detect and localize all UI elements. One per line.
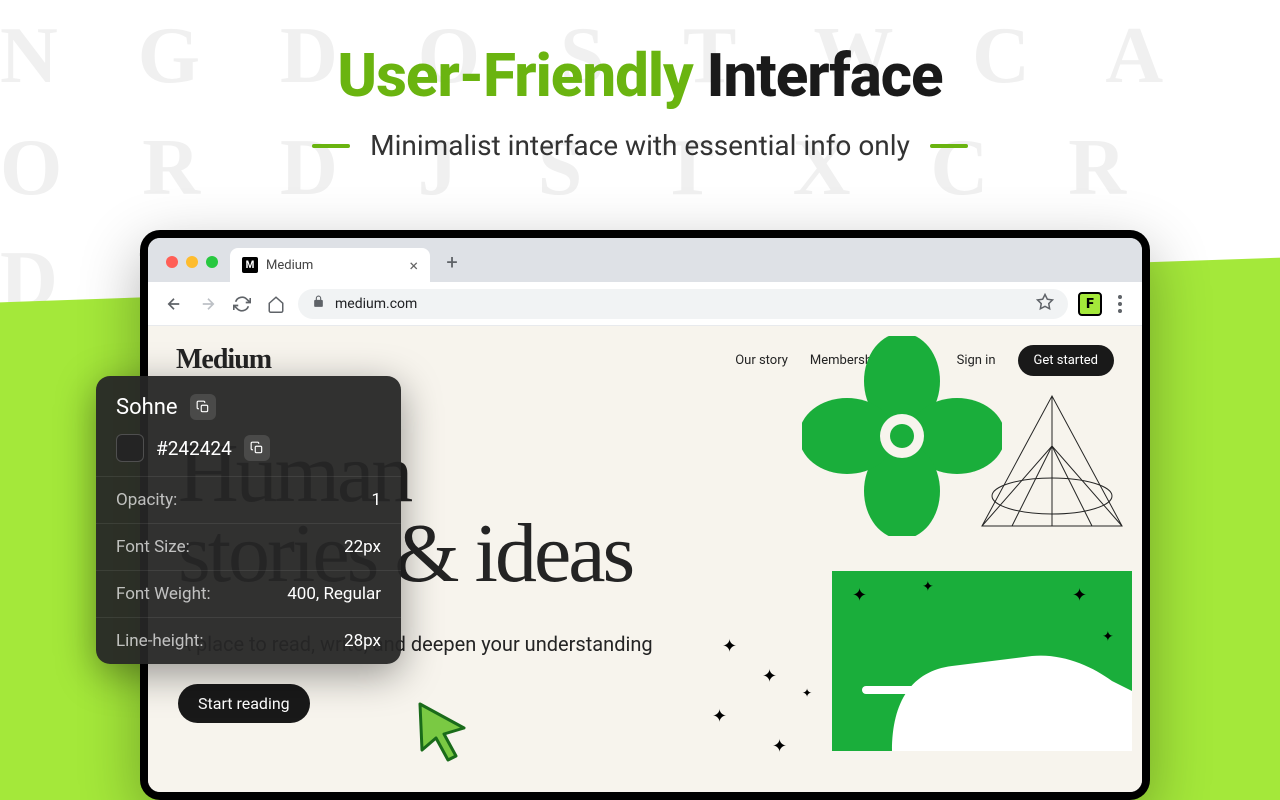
dash-left <box>312 144 350 148</box>
window-controls <box>158 256 230 282</box>
svg-text:✦: ✦ <box>1072 585 1087 606</box>
address-bar[interactable]: medium.com <box>298 289 1068 319</box>
tab-bar: M Medium × + <box>148 238 1142 282</box>
url-text: medium.com <box>335 296 417 312</box>
maximize-window-icon[interactable] <box>206 256 218 268</box>
copy-color-button[interactable] <box>244 435 270 461</box>
close-window-icon[interactable] <box>166 256 178 268</box>
color-swatch <box>116 434 144 462</box>
dash-right <box>930 144 968 148</box>
title-rest: Interface <box>707 40 943 111</box>
line-height-value: 28px <box>344 631 381 651</box>
reload-button[interactable] <box>230 292 254 316</box>
promo-header: User-Friendly Interface Minimalist inter… <box>0 0 1280 162</box>
inspector-row-line-height: Line-height: 28px <box>96 618 401 664</box>
page-title: User-Friendly Interface <box>0 40 1280 111</box>
url-bar: medium.com F <box>148 282 1142 326</box>
font-inspector-panel: Sohne #242424 Opacity: 1 Font Size: 22px… <box>96 376 401 664</box>
star-decoration: ✦ ✦ ✦ ✦ ✦ <box>702 626 822 776</box>
bookmark-star-icon[interactable] <box>1036 293 1054 315</box>
inspector-row-opacity: Opacity: 1 <box>96 477 401 524</box>
subtitle-row: Minimalist interface with essential info… <box>0 129 1280 162</box>
minimize-window-icon[interactable] <box>186 256 198 268</box>
inspector-row-font-size: Font Size: 22px <box>96 524 401 571</box>
close-tab-icon[interactable]: × <box>409 256 418 275</box>
inspector-row-font-weight: Font Weight: 400, Regular <box>96 571 401 618</box>
copy-font-button[interactable] <box>190 394 216 420</box>
font-size-label: Font Size: <box>116 537 190 557</box>
svg-text:✦: ✦ <box>922 579 934 595</box>
back-button[interactable] <box>162 292 186 316</box>
svg-text:✦: ✦ <box>852 585 867 606</box>
medium-logo[interactable]: Medium <box>176 344 271 376</box>
cursor-icon <box>414 700 474 768</box>
home-button[interactable] <box>264 292 288 316</box>
subtitle: Minimalist interface with essential info… <box>370 129 910 162</box>
line-height-label: Line-height: <box>116 631 204 651</box>
lock-icon <box>312 295 325 312</box>
font-weight-value: 400, Regular <box>287 584 381 604</box>
forward-button[interactable] <box>196 292 220 316</box>
hand-illustration: ✦ ✦ ✦ ✦ <box>832 571 1132 751</box>
inspector-font-name: Sohne <box>116 395 178 420</box>
browser-menu-icon[interactable] <box>1112 295 1128 313</box>
opacity-value: 1 <box>371 490 381 510</box>
extension-icon[interactable]: F <box>1078 292 1102 316</box>
font-size-value: 22px <box>344 537 381 557</box>
get-started-button[interactable]: Get started <box>1018 345 1114 376</box>
start-reading-button[interactable]: Start reading <box>178 684 310 723</box>
title-highlight: User-Friendly <box>337 40 692 111</box>
font-weight-label: Font Weight: <box>116 584 211 604</box>
tab-title: Medium <box>266 258 313 273</box>
geometry-illustration <box>972 386 1132 546</box>
browser-tab[interactable]: M Medium × <box>230 248 430 282</box>
new-tab-button[interactable]: + <box>438 248 466 276</box>
svg-text:✦: ✦ <box>1102 629 1114 645</box>
inspector-color-hex: #242424 <box>156 437 232 460</box>
tab-favicon-icon: M <box>242 257 258 273</box>
nav-our-story[interactable]: Our story <box>735 353 788 368</box>
opacity-label: Opacity: <box>116 490 177 510</box>
